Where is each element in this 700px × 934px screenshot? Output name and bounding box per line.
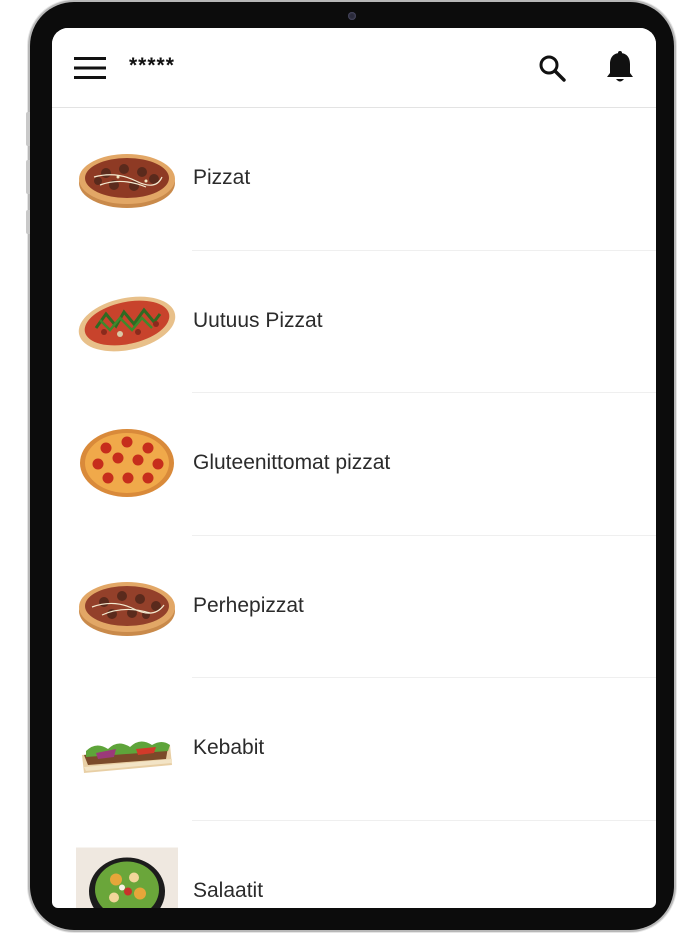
pepperoni-pizza-image (80, 429, 174, 497)
app-screen: ***** Pizzat Uutuus Pizzat Gluteenittoma… (52, 28, 656, 908)
front-camera (348, 12, 356, 20)
pizza-image (79, 154, 175, 208)
app-title: ***** (129, 54, 175, 77)
app-bar: ***** (52, 28, 656, 108)
category-label: Salaatit (193, 878, 264, 902)
arugula-pizza-image (78, 296, 176, 351)
search-button[interactable] (534, 50, 570, 86)
category-label: Uutuus Pizzat (193, 308, 323, 332)
category-item-pizzat[interactable]: Pizzat (52, 108, 656, 251)
category-label: Perhepizzat (193, 593, 304, 617)
category-item-kebabit[interactable]: Kebabit (52, 678, 656, 821)
bell-icon (607, 51, 633, 82)
volume-button (26, 160, 30, 194)
category-list: Pizzat Uutuus Pizzat Gluteenittomat pizz… (52, 108, 656, 908)
family-pizza-image (79, 581, 175, 636)
category-item-gluteenittomat-pizzat[interactable]: Gluteenittomat pizzat (52, 393, 656, 536)
category-label: Gluteenittomat pizzat (193, 451, 391, 474)
salad-image (76, 847, 178, 908)
menu-button[interactable] (72, 52, 108, 84)
volume-button (26, 112, 30, 146)
category-label: Pizzat (193, 166, 251, 189)
category-item-perhepizzat[interactable]: Perhepizzat (52, 536, 656, 678)
category-label: Kebabit (193, 736, 265, 759)
kebab-image (82, 741, 172, 773)
category-item-uutuus-pizzat[interactable]: Uutuus Pizzat (52, 251, 656, 393)
hamburger-menu-icon (74, 57, 106, 79)
category-item-salaatit[interactable]: Salaatit (52, 821, 656, 908)
notifications-button[interactable] (602, 48, 638, 86)
side-button (26, 210, 30, 234)
search-icon (539, 55, 566, 82)
